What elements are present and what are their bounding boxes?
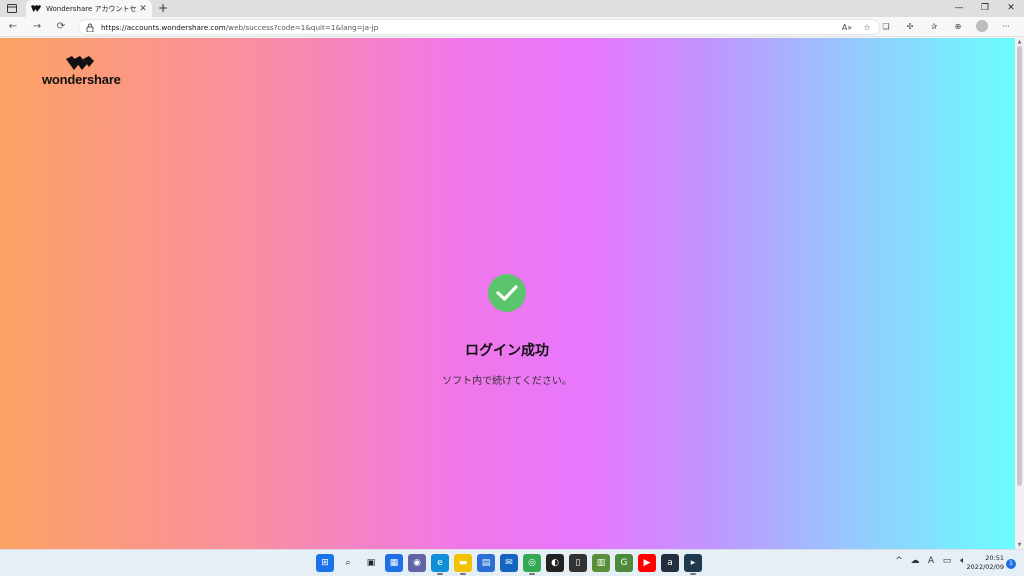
new-tab-button[interactable]: + <box>156 0 170 17</box>
minimize-button[interactable]: — <box>946 0 972 17</box>
taskbar-app-dark-icon[interactable]: ◐ <box>546 554 564 572</box>
more-menu-icon[interactable]: ··· <box>1000 20 1012 32</box>
window-controls: — ❐ ✕ <box>946 0 1024 17</box>
favorites-icon[interactable]: ✰ <box>928 20 940 32</box>
url-text: https://accounts.wondershare.com/web/suc… <box>101 23 378 32</box>
success-message: ソフト内で続けてください。 <box>442 376 572 387</box>
taskbar-mail-icon[interactable]: ✉ <box>500 554 518 572</box>
page-viewport: wondershare ログイン成功 ソフト内で続けてください。 <box>0 38 1015 549</box>
scroll-up-icon[interactable]: ▲ <box>1016 39 1023 45</box>
success-check-icon <box>488 274 526 312</box>
scroll-thumb[interactable] <box>1017 46 1022 486</box>
taskbar-clock[interactable]: 20:51 2022/02/09 <box>962 554 1004 572</box>
clock-date: 2022/02/09 <box>966 563 1004 571</box>
close-window-button[interactable]: ✕ <box>998 0 1024 17</box>
system-tray: ^ ☁ A ▭ 🔈︎ <box>894 556 968 566</box>
taskbar-edge-icon[interactable]: e <box>431 554 449 575</box>
page-scrollbar[interactable]: ▲ ▼ <box>1015 38 1024 549</box>
back-arrow-icon[interactable]: ← <box>6 20 20 34</box>
taskbar-youtube-icon[interactable]: ▶ <box>638 554 656 572</box>
taskbar-terminal-icon[interactable]: ▸ <box>684 554 702 575</box>
windows-taskbar: ⊞ ⌕ ▣ ▦ ◉ e ▬ ▤ ✉ ◎ ◐ ▯ ▥ G ▶ a ▸ ^ ☁ A ▭ 🔈︎ 20:51 2022/… <box>0 549 1024 576</box>
lock-icon[interactable] <box>85 22 95 32</box>
refresh-icon[interactable]: ⟳ <box>54 20 68 34</box>
wondershare-logo-icon <box>66 56 94 70</box>
network-icon[interactable]: ▭ <box>942 556 952 566</box>
taskbar-file-explorer-icon[interactable]: ▬ <box>454 554 472 575</box>
scroll-down-icon[interactable]: ▼ <box>1016 542 1023 548</box>
taskbar-store-icon[interactable]: ▤ <box>477 554 495 572</box>
browser-toolbar: ← → ⟳ https://accounts.wondershare.com/w… <box>0 17 1024 37</box>
taskbar-apps: ⊞ ⌕ ▣ ▦ ◉ e ▬ ▤ ✉ ◎ ◐ ▯ ▥ G ▶ a ▸ <box>316 554 702 575</box>
taskbar-amazon-icon[interactable]: a <box>661 554 679 572</box>
wondershare-favicon-icon <box>30 3 42 15</box>
taskbar-app-green-icon[interactable]: ▥ <box>592 554 610 572</box>
taskbar-notes-icon[interactable]: ▯ <box>569 554 587 572</box>
browser-tab-strip: Wondershare アカウントセンター ✕ + — ❐ ✕ <box>0 0 1024 17</box>
url-actions: A» ☆ <box>841 21 873 33</box>
notification-badge[interactable]: 1 <box>1006 559 1016 569</box>
tab-title: Wondershare アカウントセンター <box>46 4 138 13</box>
taskbar-chat-icon[interactable]: ◉ <box>408 554 426 572</box>
tab-wondershare[interactable]: Wondershare アカウントセンター ✕ <box>26 0 152 17</box>
success-title: ログイン成功 <box>465 343 549 359</box>
collections-icon[interactable]: ❏ <box>880 20 892 32</box>
address-bar[interactable]: https://accounts.wondershare.com/web/suc… <box>78 19 880 35</box>
taskbar-app-g-icon[interactable]: G <box>615 554 633 572</box>
taskbar-task-view-icon[interactable]: ▣ <box>362 554 380 572</box>
collections-add-icon[interactable]: ⊕ <box>952 20 964 32</box>
clock-time: 20:51 <box>985 554 1004 562</box>
url-host: https://accounts.wondershare.com <box>101 22 226 32</box>
read-aloud-icon[interactable]: A» <box>841 21 853 33</box>
tray-overflow-icon[interactable]: ^ <box>894 556 904 566</box>
close-tab-icon[interactable]: ✕ <box>138 4 148 14</box>
toolbar-right: ❏ ✣ ✰ ⊕ ··· <box>880 20 1012 32</box>
ime-icon[interactable]: A <box>926 556 936 566</box>
taskbar-chrome-icon[interactable]: ◎ <box>523 554 541 575</box>
restore-button[interactable]: ❐ <box>972 0 998 17</box>
extensions-icon[interactable]: ✣ <box>904 20 916 32</box>
taskbar-start-icon[interactable]: ⊞ <box>316 554 334 572</box>
add-favorite-icon[interactable]: ☆ <box>861 21 873 33</box>
taskbar-widgets-icon[interactable]: ▦ <box>385 554 403 572</box>
cloud-icon[interactable]: ☁ <box>910 556 920 566</box>
url-path: /web/success?code=1&quit=1&lang=ja-jp <box>225 22 379 32</box>
wondershare-logo[interactable]: wondershare <box>42 56 122 88</box>
taskbar-search-icon[interactable]: ⌕ <box>339 554 357 572</box>
profile-avatar[interactable] <box>976 20 988 32</box>
tab-actions-icon[interactable] <box>4 2 20 15</box>
logo-text: wondershare <box>42 72 121 87</box>
forward-arrow-icon[interactable]: → <box>30 20 44 34</box>
